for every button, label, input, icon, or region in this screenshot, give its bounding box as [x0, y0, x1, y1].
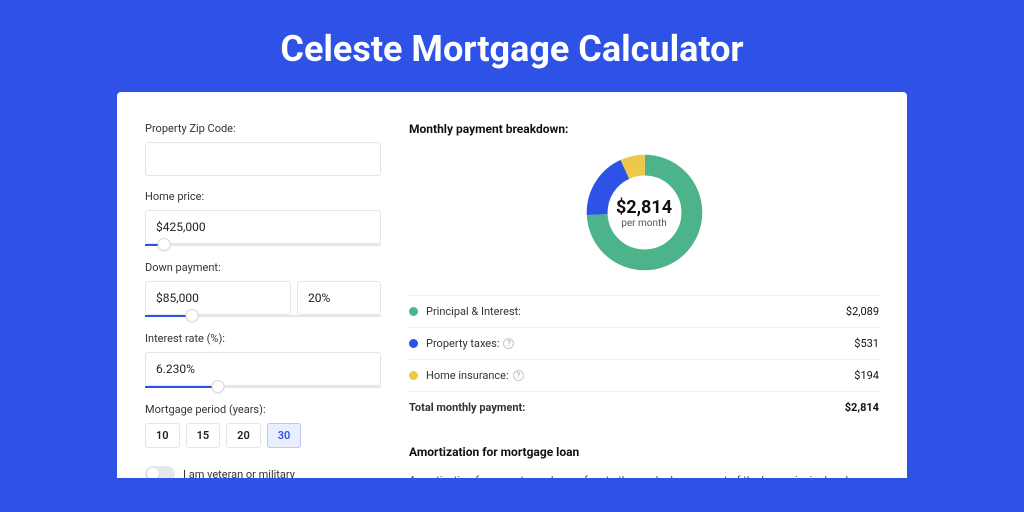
legend-label: Property taxes:	[426, 337, 499, 350]
info-icon[interactable]: ?	[513, 370, 524, 381]
results-column: Monthly payment breakdown: $2,814 per mo…	[409, 122, 879, 478]
legend: Principal & Interest: $2,089 Property ta…	[409, 295, 879, 423]
price-slider-thumb[interactable]	[157, 238, 170, 251]
donut-wrap: $2,814 per month	[409, 150, 879, 275]
legend-total-value: $2,814	[845, 401, 879, 414]
legend-row-total: Total monthly payment: $2,814	[409, 392, 879, 423]
amort-heading: Amortization for mortgage loan	[409, 445, 879, 459]
donut-center: $2,814 per month	[582, 150, 707, 275]
period-chips: 10 15 20 30	[145, 423, 381, 448]
dot-principal	[409, 307, 418, 316]
down-amount-input[interactable]	[145, 281, 291, 315]
amortization-section: Amortization for mortgage loan Amortizat…	[409, 445, 879, 478]
period-chip-15[interactable]: 15	[186, 423, 221, 448]
legend-total-label: Total monthly payment:	[409, 401, 525, 414]
price-slider[interactable]	[145, 243, 381, 247]
donut-sub: per month	[621, 218, 667, 229]
down-pct-input[interactable]	[297, 281, 381, 315]
zip-field: Property Zip Code:	[145, 122, 381, 176]
inputs-column: Property Zip Code: Home price: Down paym…	[145, 122, 381, 478]
price-field: Home price:	[145, 190, 381, 247]
rate-slider[interactable]	[145, 385, 381, 389]
page-title: Celeste Mortgage Calculator	[0, 0, 1024, 92]
rate-label: Interest rate (%):	[145, 332, 381, 345]
legend-value: $531	[854, 337, 879, 350]
calculator-card: Property Zip Code: Home price: Down paym…	[117, 92, 907, 478]
dot-insurance	[409, 371, 418, 380]
period-chip-10[interactable]: 10	[145, 423, 180, 448]
down-field: Down payment:	[145, 261, 381, 318]
dot-taxes	[409, 339, 418, 348]
legend-value: $194	[854, 369, 879, 382]
legend-label: Principal & Interest:	[426, 305, 521, 318]
legend-row-taxes: Property taxes: ? $531	[409, 328, 879, 360]
veteran-label: I am veteran or military	[183, 468, 295, 479]
veteran-row: I am veteran or military	[145, 466, 381, 478]
rate-slider-thumb[interactable]	[212, 380, 225, 393]
price-label: Home price:	[145, 190, 381, 203]
legend-label: Home insurance:	[426, 369, 509, 382]
zip-label: Property Zip Code:	[145, 122, 381, 135]
price-input[interactable]	[145, 210, 381, 244]
veteran-toggle[interactable]	[145, 466, 175, 478]
down-label: Down payment:	[145, 261, 381, 274]
info-icon[interactable]: ?	[503, 338, 514, 349]
period-field: Mortgage period (years): 10 15 20 30	[145, 403, 381, 448]
zip-input[interactable]	[145, 142, 381, 176]
period-chip-20[interactable]: 20	[226, 423, 261, 448]
down-slider-thumb[interactable]	[186, 309, 199, 322]
donut-chart: $2,814 per month	[582, 150, 707, 275]
breakdown-heading: Monthly payment breakdown:	[409, 122, 879, 136]
donut-amount: $2,814	[616, 197, 672, 218]
legend-row-insurance: Home insurance: ? $194	[409, 360, 879, 392]
amort-body: Amortization for a mortgage loan refers …	[409, 473, 879, 478]
period-label: Mortgage period (years):	[145, 403, 381, 416]
period-chip-30[interactable]: 30	[267, 423, 302, 448]
down-slider[interactable]	[145, 314, 381, 318]
rate-input[interactable]	[145, 352, 381, 386]
legend-value: $2,089	[846, 305, 879, 318]
legend-row-principal: Principal & Interest: $2,089	[409, 296, 879, 328]
rate-field: Interest rate (%):	[145, 332, 381, 389]
